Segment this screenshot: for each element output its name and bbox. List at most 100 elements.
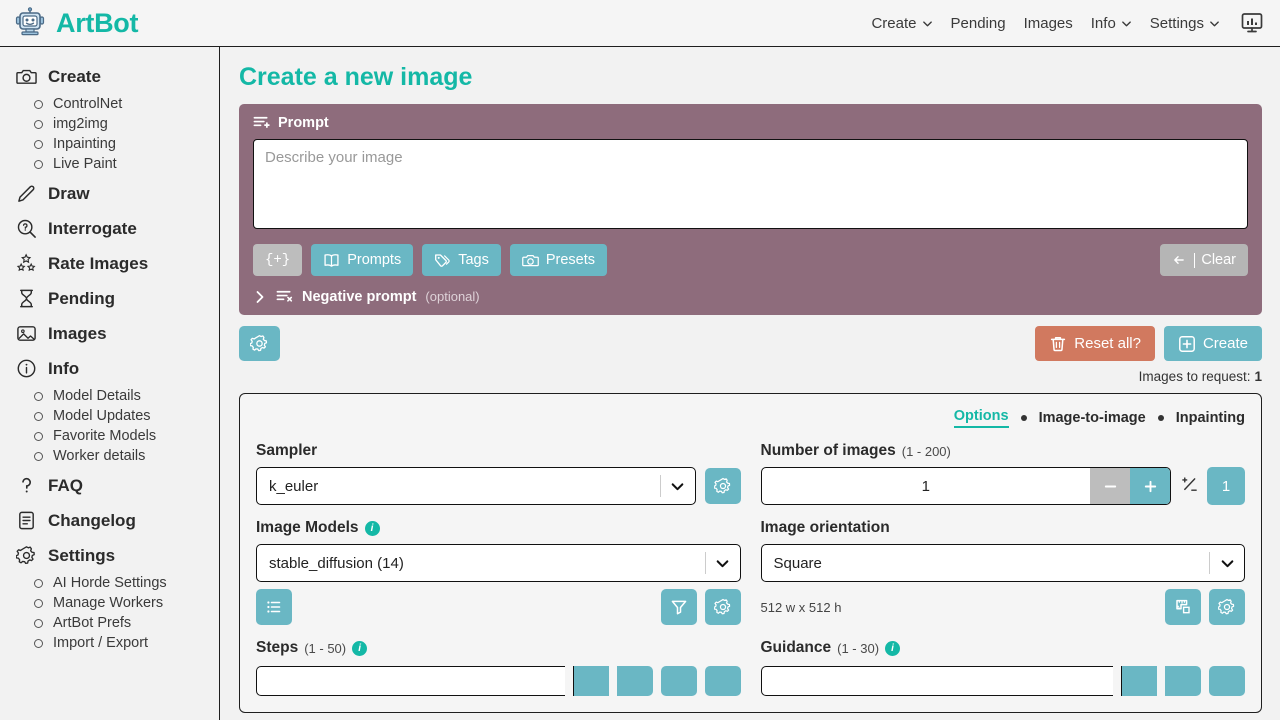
tab-options[interactable]: Options: [953, 408, 1009, 428]
sidebar-item-controlnet[interactable]: ControlNet: [0, 94, 219, 114]
sidebar-item-model-updates[interactable]: Model Updates: [0, 406, 219, 426]
page-title: Create a new image: [239, 63, 473, 91]
info-icon[interactable]: i: [364, 520, 380, 536]
sidebar-item-create[interactable]: Create: [0, 59, 219, 94]
guidance-decrement-button[interactable]: [1121, 666, 1157, 696]
sampler-select[interactable]: k_euler: [256, 467, 696, 505]
sampler-settings-button[interactable]: [704, 468, 741, 504]
image-orientation-subrow: 512 w x 512 h: [761, 589, 1245, 625]
topnav-item-info[interactable]: Info: [1091, 15, 1132, 32]
tab-image-to-image[interactable]: Image-to-image: [1039, 410, 1146, 426]
sidebar-label-controlnet: ControlNet: [53, 96, 123, 112]
model-list-button[interactable]: [256, 589, 292, 625]
image-orientation-controls: Square: [760, 544, 1245, 582]
tags-button[interactable]: Tags: [422, 244, 501, 276]
tab-inpainting[interactable]: Inpainting: [1176, 410, 1245, 426]
topnav-item-images[interactable]: Images: [1024, 15, 1073, 32]
robot-icon: [15, 7, 45, 36]
chevron-down-icon: [1210, 556, 1244, 571]
topnav-item-pending[interactable]: Pending: [951, 15, 1006, 32]
sidebar-item-interrogate[interactable]: Interrogate: [0, 211, 219, 246]
sidebar-item-inpainting[interactable]: Inpainting: [0, 134, 219, 154]
chevron-down-icon: [922, 20, 932, 26]
steps-input[interactable]: [256, 666, 565, 696]
sidebar-item-draw[interactable]: Draw: [0, 176, 219, 211]
gear-icon: [1218, 598, 1235, 615]
negative-prompt-toggle[interactable]: Negative prompt (optional): [253, 288, 1248, 305]
guidance-input[interactable]: [760, 666, 1113, 696]
sidebar-item-img2img[interactable]: img2img: [0, 114, 219, 134]
advanced-settings-button[interactable]: [239, 326, 280, 361]
sidebar-item-model-details[interactable]: Model Details: [0, 386, 219, 406]
sidebar-item-manage-workers[interactable]: Manage Workers: [0, 593, 219, 613]
orientation-settings-button[interactable]: [1209, 589, 1245, 625]
sidebar-item-ai-horde-settings[interactable]: AI Horde Settings: [0, 573, 219, 593]
sidebar-item-favorite-models[interactable]: Favorite Models: [0, 426, 219, 446]
sidebar-item-live-paint[interactable]: Live Paint: [0, 154, 219, 174]
guidance-increment-button[interactable]: [1165, 666, 1201, 696]
sidebar-item-changelog[interactable]: Changelog: [0, 503, 219, 538]
topnav-item-create[interactable]: Create: [871, 15, 932, 32]
steps-extra-button-1[interactable]: [660, 666, 697, 696]
image-models-select[interactable]: stable_diffusion (14): [256, 544, 741, 582]
sidebar-item-rate-images[interactable]: Rate Images: [0, 246, 219, 281]
steps-decrement-button[interactable]: [572, 666, 609, 696]
create-button[interactable]: Create: [1163, 326, 1262, 361]
steps-range: (1 - 50): [304, 640, 347, 656]
sidebar-item-artbot-prefs[interactable]: ArtBot Prefs: [0, 613, 219, 633]
images-to-request: Images to request: 1: [239, 369, 1262, 384]
sidebar-label-artbot-prefs: ArtBot Prefs: [53, 615, 132, 631]
decrement-button[interactable]: [1090, 468, 1130, 504]
sidebar-label-info: Info: [48, 358, 80, 378]
sampler-label-text: Sampler: [256, 442, 318, 459]
sidebar-item-info[interactable]: Info: [0, 351, 219, 386]
topnav-item-settings[interactable]: Settings: [1150, 15, 1220, 32]
info-icon[interactable]: i: [885, 640, 901, 656]
sidebar-item-images[interactable]: Images: [0, 316, 219, 351]
model-settings-button[interactable]: [704, 589, 741, 625]
quantity-chip[interactable]: 1: [1207, 467, 1245, 505]
sidebar-label-images: Images: [48, 323, 107, 343]
prompt-input[interactable]: [253, 139, 1248, 229]
steps-label: Steps (1 - 50) i: [256, 639, 741, 657]
sidebar-item-import-export[interactable]: Import / Export: [0, 633, 219, 653]
sidebar-item-pending[interactable]: Pending: [0, 281, 219, 316]
clear-button-label: Clear: [1201, 252, 1236, 268]
increment-button[interactable]: [1130, 468, 1170, 504]
info-icon[interactable]: i: [352, 640, 368, 656]
options-tabs: Options Image-to-image Inpainting: [256, 408, 1245, 428]
prompts-button[interactable]: Prompts: [311, 244, 414, 276]
steps-increment-button[interactable]: [616, 666, 653, 696]
minus-icon: [1104, 485, 1116, 487]
chevron-right-icon: [256, 290, 264, 303]
brand[interactable]: ArtBot: [0, 7, 138, 39]
reset-all-label: Reset all?: [1074, 335, 1141, 352]
dimensions-button[interactable]: [1165, 589, 1201, 625]
trash-icon: [1051, 336, 1066, 351]
image-orientation-select[interactable]: Square: [760, 544, 1245, 582]
sidebar-item-worker-details[interactable]: Worker details: [0, 446, 219, 466]
sidebar-item-faq[interactable]: FAQ: [0, 468, 219, 503]
number-of-images-label-text: Number of images: [760, 442, 896, 459]
guidance-extra-button-1[interactable]: [1209, 666, 1245, 696]
guidance-range: (1 - 30): [837, 640, 880, 656]
info-circle-icon: [17, 359, 36, 378]
reset-all-button[interactable]: Reset all?: [1035, 326, 1155, 361]
inject-prompt-button[interactable]: {+}: [253, 244, 303, 276]
bullet-icon: [34, 159, 43, 169]
pencil-icon: [18, 185, 35, 202]
steps-extra-button-2[interactable]: [704, 666, 741, 696]
presets-button[interactable]: Presets: [509, 244, 608, 276]
number-of-images-field: Number of images (1 - 200) 1 1: [760, 442, 1245, 505]
sidebar-item-settings[interactable]: Settings: [0, 538, 219, 573]
topnav-label-info: Info: [1090, 14, 1116, 32]
image-models-label-text: Image Models: [256, 519, 359, 536]
number-of-images-value[interactable]: 1: [762, 468, 1091, 504]
question-mark-icon: [22, 477, 31, 493]
plus-minus-icon: [1180, 476, 1198, 497]
main-content: Create a new image Prompt {+} Prompts: [221, 47, 1280, 720]
stats-button[interactable]: [1238, 9, 1266, 37]
clear-button[interactable]: Clear: [1160, 244, 1248, 276]
sidebar-label-changelog: Changelog: [48, 510, 136, 530]
model-filter-button[interactable]: [660, 589, 697, 625]
